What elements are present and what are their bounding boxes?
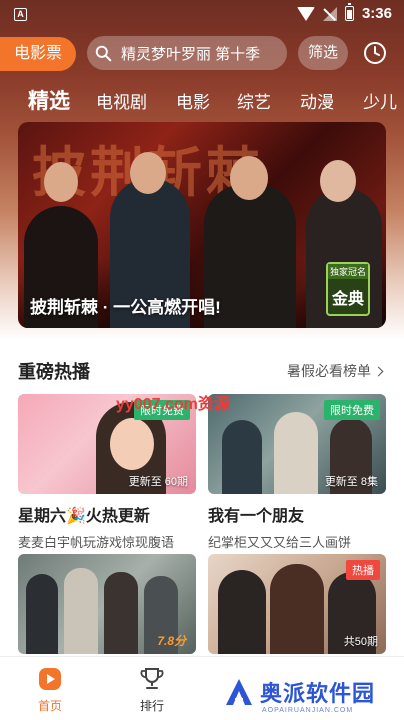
card-subtitle: 麦麦白宇帆玩游戏惊现腹语 (18, 535, 175, 550)
show-thumbnail: 限时免费 更新至 8集 (208, 394, 386, 494)
thumbnail-figure (222, 420, 262, 494)
brand-name: 奥派软件园 (260, 681, 376, 706)
app-notification-icon: A (14, 8, 27, 21)
banner-caption: 披荆斩棘 · 一公高燃开唱! (30, 298, 221, 317)
tab-movies[interactable]: 电影 (176, 88, 210, 113)
search-input[interactable]: 精灵梦叶罗丽 第十季 (87, 36, 287, 70)
search-icon (95, 45, 112, 61)
movie-ticket-button[interactable]: 电影票 (0, 37, 76, 71)
category-tabs: 精选 电视剧 电影 综艺 动漫 少儿 (0, 80, 404, 116)
watermark-text: yy007.com资源 (116, 396, 230, 413)
thumbnail-figure (26, 574, 58, 654)
card-tag: 限时免费 (324, 400, 380, 420)
hero-banner[interactable]: 披荆斩棘 披荆斩棘 · 一公高燃开唱! 独家冠名 金典 (18, 122, 386, 328)
performer-head (130, 152, 166, 194)
nav-rank[interactable]: 排行 (122, 665, 182, 714)
card-score: 7.8分 (157, 634, 186, 648)
chevron-right-icon (373, 366, 384, 376)
thumbnail-figure (270, 564, 324, 654)
card-tag: 热播 (346, 560, 380, 580)
card-episode-count: 更新至 8集 (324, 476, 378, 488)
section-more-label: 暑假必看榜单 (287, 363, 371, 379)
home-play-icon (39, 668, 61, 690)
show-card[interactable]: 7.8分 (18, 554, 196, 654)
brand-logo-icon (226, 679, 252, 705)
search-placeholder: 精灵梦叶罗丽 第十季 (121, 45, 261, 63)
signal-icon (322, 6, 337, 21)
card-title: 星期六🎉火热更新 (18, 508, 150, 525)
thumbnail-figure (104, 572, 138, 654)
wifi-icon (296, 6, 315, 21)
show-thumbnail: 热播 共50期 (208, 554, 386, 654)
brand-watermark: 奥派软件园 (224, 676, 375, 708)
show-thumbnail: 7.8分 (18, 554, 196, 654)
status-indicators: 3:36 (296, 3, 392, 22)
nav-home[interactable]: 首页 (20, 665, 80, 714)
status-time: 3:36 (361, 5, 392, 22)
sponsor-badge-logo: 金典 (331, 291, 364, 308)
nav-rank-label: 排行 (139, 699, 164, 713)
section-title: 重磅热播 (18, 362, 90, 382)
tab-featured[interactable]: 精选 (28, 85, 70, 115)
brand-url: AOPAIRUANJIAN.COM (262, 707, 354, 714)
section-more-link[interactable]: 暑假必看榜单 (287, 361, 384, 381)
tab-variety[interactable]: 综艺 (237, 88, 271, 113)
filter-button[interactable]: 筛选 (298, 36, 348, 70)
tab-kids[interactable]: 少儿 (363, 88, 397, 113)
card-episode-count: 共50期 (343, 636, 378, 648)
card-episode-count: 更新至 60期 (128, 476, 188, 488)
tab-anime[interactable]: 动漫 (300, 88, 334, 113)
thumbnail-figure (64, 568, 98, 654)
performer-head (230, 156, 268, 200)
card-subtitle: 纪掌柜又又又给三人画饼 (208, 535, 352, 550)
nav-home-label: 首页 (37, 699, 62, 713)
sponsor-badge-top: 独家冠名 (328, 264, 368, 279)
sponsor-badge: 独家冠名 金典 (326, 262, 370, 316)
thumbnail-figure (274, 412, 318, 494)
performer-head (320, 160, 356, 202)
card-title: 我有一个朋友 (208, 508, 305, 525)
trophy-icon (140, 668, 164, 689)
thumbnail-face (110, 418, 154, 470)
show-card[interactable]: 限时免费 更新至 8集 我有一个朋友 纪掌柜又又又给三人画饼 (208, 394, 386, 551)
performer-head (44, 162, 78, 202)
show-card[interactable]: 限时免费 更新至 60期 星期六🎉火热更新 麦麦白宇帆玩游戏惊现腹语 (18, 394, 196, 551)
status-bar: A 3:36 (0, 0, 404, 30)
battery-icon (344, 3, 354, 21)
show-card[interactable]: 热播 共50期 (208, 554, 386, 654)
thumbnail-figure (218, 570, 266, 654)
tab-tv-series[interactable]: 电视剧 (96, 88, 147, 113)
history-clock-icon[interactable] (363, 41, 387, 65)
